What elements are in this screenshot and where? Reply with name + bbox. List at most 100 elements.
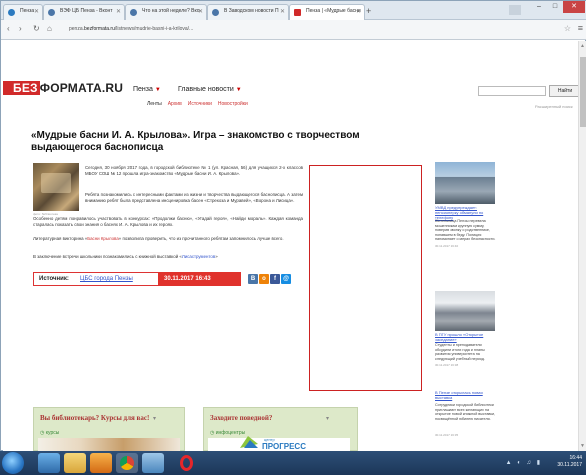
tab-1[interactable]: Пенза ✕ bbox=[3, 4, 43, 20]
ad-placeholder[interactable] bbox=[309, 165, 422, 391]
basni-link[interactable]: Басни Крылова bbox=[87, 236, 119, 241]
top-news-menu[interactable]: Главные новости ▼ bbox=[178, 86, 242, 93]
tab-close-icon[interactable]: ✕ bbox=[280, 8, 285, 15]
chrome-icon[interactable] bbox=[116, 453, 138, 473]
extension-icon[interactable] bbox=[509, 5, 521, 15]
tab-favicon-icon bbox=[130, 9, 137, 16]
paragraph-text: » bbox=[215, 254, 218, 259]
article-title: «Мудрые басни И. А. Крылова». Игра – зна… bbox=[31, 130, 360, 153]
home-icon[interactable]: ⌂ bbox=[47, 24, 52, 33]
folder-icon[interactable] bbox=[64, 453, 86, 473]
widget-library[interactable]: Заходите поведной? ▾ ◷ инфоцентры центр … bbox=[203, 407, 358, 451]
top-news-dropdown-icon: ▼ bbox=[235, 87, 242, 93]
news-date-2: 30.11.2017 16:38 bbox=[435, 363, 459, 367]
explorer-icon[interactable] bbox=[38, 453, 60, 473]
subnav-novostroyki[interactable]: Новостройки bbox=[218, 101, 248, 107]
share-odnoklassniki-icon[interactable]: о bbox=[259, 274, 269, 284]
news-image-2[interactable] bbox=[435, 291, 495, 331]
progress-logo: центр ПРОГРЕСС bbox=[238, 434, 328, 451]
site-logo[interactable]: БЕЗ ФОРМАТА.RU bbox=[3, 81, 123, 95]
subnav-lenty[interactable]: Ленты bbox=[147, 101, 162, 107]
subnav-sources[interactable]: Источники bbox=[188, 101, 212, 107]
tab-favicon-icon bbox=[48, 9, 55, 16]
window-controls: – □ ✕ bbox=[531, 1, 585, 13]
tray-icons[interactable]: ▲ ◐ ♫ ▮ bbox=[506, 459, 542, 466]
forward-arrow-icon[interactable]: › bbox=[19, 24, 22, 33]
back-arrow-icon[interactable]: ‹ bbox=[7, 24, 10, 33]
tab-favicon-icon bbox=[212, 9, 219, 16]
news-title-3[interactable]: В Пензе открылась новая выставка bbox=[435, 390, 497, 401]
close-window-button[interactable]: ✕ bbox=[563, 1, 585, 13]
clock-time: 16:44 bbox=[569, 455, 582, 461]
subnav-archive[interactable]: Архив bbox=[168, 101, 182, 107]
tab-strip: Пенза ✕ ВЭФ ЦБ Пенза - Вконт ✕ Что на эт… bbox=[1, 1, 586, 20]
bookmark-star-icon[interactable]: ☆ bbox=[564, 24, 571, 33]
url-path: /listnews/mudrie-basni-i-a-krilova/... bbox=[114, 26, 194, 32]
media-icon[interactable] bbox=[90, 453, 112, 473]
tab-label: Пенза | «Мудрые басни bbox=[306, 8, 361, 14]
tab-label: ВЭФ ЦБ Пенза - Вконт bbox=[60, 8, 113, 14]
tab-label: Что на этой неделе? Вко bbox=[142, 8, 200, 14]
city-selector[interactable]: Пенза ▼ bbox=[133, 86, 161, 93]
article-paragraph-5: В заключение встречи школьники познакоми… bbox=[33, 254, 303, 260]
news-text-3: Сотрудники городской библиотеки приглаша… bbox=[435, 403, 496, 421]
vertical-scrollbar[interactable]: ▲ ▼ bbox=[578, 41, 586, 451]
article-paragraph-2: Ребята познакомились с интересными факта… bbox=[85, 192, 303, 203]
url-prefix: penza. bbox=[69, 26, 85, 32]
article-paragraph-1: Сегодня, 30 ноября 2017 года, в городско… bbox=[85, 165, 303, 176]
tab-close-icon[interactable]: ✕ bbox=[34, 8, 39, 15]
chevron-down-icon[interactable]: ▾ bbox=[153, 415, 156, 422]
chrome-logo bbox=[120, 456, 134, 470]
paragraph-text: » позволила проверить, что из прочитанно… bbox=[118, 236, 284, 241]
url-domain: bezformata.ru bbox=[84, 26, 115, 32]
news-title-2[interactable]: В ПГУ прошло «Открытое заседание» bbox=[435, 332, 497, 343]
tab-3[interactable]: Что на этой неделе? Вко ✕ bbox=[125, 4, 207, 20]
source-label: Источник: bbox=[39, 276, 69, 282]
tab-close-icon[interactable]: ✕ bbox=[198, 8, 203, 15]
article-photo[interactable] bbox=[33, 163, 79, 211]
scroll-up-icon[interactable]: ▲ bbox=[580, 43, 585, 49]
url-field[interactable]: penza.bezformata.ru/listnews/mudrie-basn… bbox=[65, 23, 555, 36]
opera-icon[interactable] bbox=[176, 453, 198, 473]
chevron-down-icon[interactable]: ▾ bbox=[326, 415, 329, 422]
share-moimir-icon[interactable]: @ bbox=[281, 274, 291, 284]
scroll-thumb[interactable] bbox=[580, 57, 586, 127]
scroll-down-icon[interactable]: ▼ bbox=[580, 443, 585, 449]
share-vk-icon[interactable]: В bbox=[248, 274, 258, 284]
widget-subtitle[interactable]: ◷ курсы bbox=[40, 430, 59, 436]
tab-5-active[interactable]: Пенза | «Мудрые басни ✕ bbox=[289, 4, 365, 20]
reload-icon[interactable]: ↻ bbox=[33, 24, 40, 33]
widget-title: Заходите поведной? bbox=[210, 414, 273, 422]
share-facebook-icon[interactable]: f bbox=[270, 274, 280, 284]
clock[interactable]: 16:44 30.11.2017 bbox=[557, 455, 582, 469]
start-button[interactable] bbox=[2, 452, 24, 474]
tab-label: Пенза bbox=[20, 8, 35, 14]
progress-logo-icon bbox=[240, 436, 258, 448]
tab-favicon-icon bbox=[294, 9, 301, 16]
progress-logo-word: ПРОГРЕСС bbox=[262, 442, 306, 451]
search-input[interactable] bbox=[478, 86, 546, 96]
tab-2[interactable]: ВЭФ ЦБ Пенза - Вконт ✕ bbox=[43, 4, 125, 20]
logo-rest: ФОРМАТА.RU bbox=[39, 81, 124, 95]
app-icon[interactable] bbox=[142, 453, 164, 473]
minimize-button[interactable]: – bbox=[531, 1, 547, 13]
paragraph-text: В заключение встречи школьники познакоми… bbox=[33, 254, 182, 259]
widget-courses[interactable]: Вы библиотекарь? Курсы для вас! ▾ ◷ курс… bbox=[33, 407, 185, 451]
news-date-1: 30.11.2017 16:40 bbox=[435, 244, 459, 248]
advanced-search-link[interactable]: Расширенный поиск bbox=[535, 104, 573, 109]
tab-close-icon[interactable]: ✕ bbox=[116, 8, 121, 15]
widget-image bbox=[38, 438, 180, 451]
news-image-1[interactable] bbox=[435, 162, 495, 204]
tab-close-icon[interactable]: ✕ bbox=[356, 8, 361, 15]
tab-4[interactable]: В Заводском новости П ✕ bbox=[207, 4, 289, 20]
maximize-button[interactable]: □ bbox=[547, 1, 563, 13]
exhibition-link[interactable]: Лисаструментов bbox=[182, 254, 215, 259]
search-button[interactable]: Найти bbox=[549, 85, 581, 97]
news-text-1: Жительница Пензы перевела мошенникам кру… bbox=[435, 219, 496, 241]
news-text-2: Студенты и преподаватели обсудили итоги … bbox=[435, 343, 485, 361]
browser-menu-icon[interactable]: ≡ bbox=[578, 23, 583, 33]
new-tab-button[interactable]: + bbox=[366, 6, 371, 16]
clock-date: 30.11.2017 bbox=[557, 462, 582, 468]
browser-window: Пенза ✕ ВЭФ ЦБ Пенза - Вконт ✕ Что на эт… bbox=[0, 0, 586, 451]
source-link[interactable]: ЦБС города Пензы bbox=[80, 276, 133, 282]
